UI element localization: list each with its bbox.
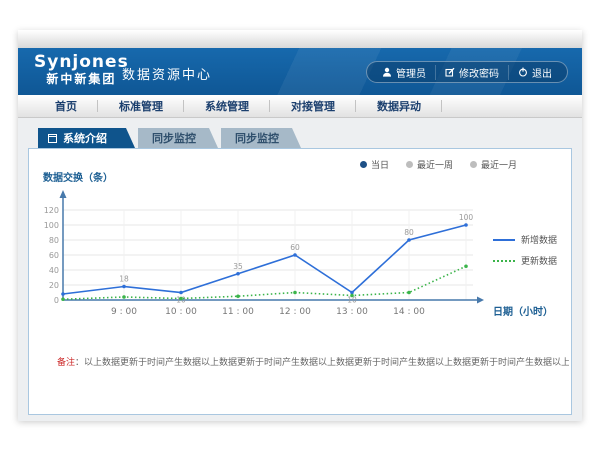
range-filter-last-week-label: 最近一周 [417,158,453,171]
data-point [61,292,65,296]
range-filter-last-week[interactable]: 最近一周 [406,158,453,171]
logout-label: 退出 [532,65,552,80]
data-point [61,297,65,301]
legend-updated-data-label: 更新数据 [521,254,557,267]
data-point [179,291,183,295]
data-point-label: 18 [119,275,129,284]
green-dotted-swatch [493,260,515,262]
radio-unselected-icon [470,161,477,168]
x-tick-label: 11 : 00 [222,307,254,317]
data-point-label: 35 [233,262,243,271]
page: { "brand": { "logo_main": "Synjones", "l… [0,0,600,450]
chart-legend: 新增数据 更新数据 [493,233,557,275]
y-tick-label: 0 [54,296,59,305]
brand-logo: Synjones 新中新集团 [34,53,129,86]
legend-item-updated-data: 更新数据 [493,254,557,267]
user-label: 管理员 [396,65,426,80]
data-point [293,291,297,295]
tab-system-intro[interactable]: 系统介绍 [38,128,135,148]
data-point [407,238,411,242]
app-header: Synjones 新中新集团 数据资源中心 管理员 修改密码 [18,48,582,95]
legend-new-data-label: 新增数据 [521,233,557,246]
tab-sync-monitor-1[interactable]: 同步监控 [138,128,218,148]
data-point [122,285,126,289]
footnote-text: ：以上数据更新于时间产生数据以上数据更新于时间产生数据以上数据更新于时间产生数据… [75,358,569,368]
data-point [407,291,411,295]
data-point [350,294,354,298]
nav-item-standard-mgmt[interactable]: 标准管理 [98,98,184,114]
user-icon [382,67,392,77]
range-filter-last-month[interactable]: 最近一月 [470,158,517,171]
tab-bar: 系统介绍 同步监控 同步监控 [38,128,301,148]
x-tick-label: 12 : 00 [279,307,311,317]
chart-panel: 当日 最近一周 最近一月 数据交换（条） 0 20 40 60 80 100 120 9 : … [28,148,572,415]
tab-sync-monitor-2[interactable]: 同步监控 [221,128,301,148]
nav-item-data-change[interactable]: 数据异动 [356,98,442,114]
data-point [236,294,240,298]
main-nav: 首页 标准管理 系统管理 对接管理 数据异动 [18,95,582,118]
x-tick-label: 13 : 00 [336,307,368,317]
range-filter-last-month-label: 最近一月 [481,158,517,171]
y-tick-label: 120 [44,206,59,215]
app-window: Synjones 新中新集团 数据资源中心 管理员 修改密码 [18,30,582,420]
brand-logo-text: Synjones [34,53,129,73]
data-point-label: 100 [459,213,474,222]
window-icon [48,134,57,143]
data-point [122,295,126,299]
footnote-prefix: 备注 [57,358,75,368]
content-area: 系统介绍 同步监控 同步监控 当日 最近一周 [18,118,582,421]
y-tick-label: 40 [49,266,59,275]
x-tick-label: 14 : 00 [393,307,425,317]
range-filter-group: 当日 最近一周 最近一月 [360,158,517,171]
data-point [179,297,183,301]
data-point-label: 80 [404,228,414,237]
y-tick-label: 80 [49,236,59,245]
nav-item-home[interactable]: 首页 [34,98,98,114]
change-password-button[interactable]: 修改密码 [435,65,508,80]
window-top-strip [18,30,582,48]
y-axis-title: 数据交换（条） [43,169,113,184]
edit-icon [445,67,455,77]
x-tick-label: 9 : 00 [111,307,137,317]
footnote: 备注：以上数据更新于时间产生数据以上数据更新于时间产生数据以上数据更新于时间产生… [57,355,569,368]
tab-sync-monitor-1-label: 同步监控 [152,130,196,146]
range-filter-today[interactable]: 当日 [360,158,389,171]
data-point [293,253,297,257]
range-filter-today-label: 当日 [371,158,389,171]
tab-system-intro-label: 系统介绍 [63,130,107,146]
data-point-label: 60 [290,243,300,252]
brand-logo-subtext: 新中新集团 [34,73,129,87]
change-password-label: 修改密码 [459,65,499,80]
x-axis-label: 日期（小时） [493,305,553,318]
current-user-button[interactable]: 管理员 [373,65,435,80]
x-tick-label: 10 : 00 [165,307,197,317]
legend-item-new-data: 新增数据 [493,233,557,246]
y-tick-label: 20 [49,281,59,290]
radio-unselected-icon [406,161,413,168]
tab-sync-monitor-2-label: 同步监控 [235,130,279,146]
data-point [236,272,240,276]
page-title: 数据资源中心 [122,64,212,83]
user-toolbar: 管理员 修改密码 退出 [366,61,568,83]
nav-item-integration-mgmt[interactable]: 对接管理 [270,98,356,114]
y-tick-label: 100 [44,221,59,230]
data-point [464,223,468,227]
logout-button[interactable]: 退出 [508,65,561,80]
radio-selected-icon [360,161,367,168]
data-point [464,264,468,268]
gridlines: 0 20 40 60 80 100 120 [44,206,473,305]
y-tick-label: 60 [49,251,59,260]
power-icon [518,67,528,77]
blue-line-swatch [493,239,515,241]
nav-item-system-mgmt[interactable]: 系统管理 [184,98,270,114]
